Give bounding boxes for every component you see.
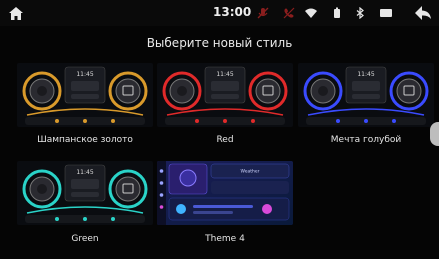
side-drawer-handle[interactable] bbox=[430, 122, 439, 146]
theme-card-red[interactable]: 11:45 Red bbox=[157, 63, 293, 145]
theme-preview: Weather bbox=[157, 161, 293, 225]
theme-card-theme-4[interactable]: Weather Theme 4 bbox=[157, 161, 293, 244]
gallery-icon bbox=[380, 9, 392, 17]
theme-card-champagne-gold[interactable]: 11:45 Шампанское золото bbox=[17, 63, 153, 145]
battery-icon bbox=[334, 7, 340, 18]
theme-label: Red bbox=[216, 135, 234, 145]
dashboard-preview: 11:45 bbox=[298, 63, 434, 127]
theme4-panel-title: Weather bbox=[241, 169, 260, 175]
theme-preview: 11:45 bbox=[298, 63, 434, 127]
home-icon[interactable] bbox=[9, 7, 23, 20]
dashboard-preview: Weather bbox=[157, 161, 293, 225]
theme-preview: 11:45 bbox=[17, 161, 153, 225]
back-arrow-icon[interactable] bbox=[415, 6, 431, 20]
dashboard-preview: 11:45 bbox=[17, 161, 153, 225]
dashboard-preview: 11:45 bbox=[157, 63, 293, 127]
theme-label: Green bbox=[71, 234, 99, 244]
wifi-icon bbox=[305, 8, 317, 18]
thumbnail-clock: 11:45 bbox=[76, 169, 93, 176]
theme-label: Шампанское золото bbox=[37, 135, 133, 145]
thumbnail-clock: 11:45 bbox=[357, 71, 374, 78]
theme-card-green[interactable]: 11:45 Green bbox=[17, 161, 153, 244]
theme-card-blue-dream[interactable]: 11:45 Мечта голубой bbox=[298, 63, 434, 145]
thumbnail-clock: 11:45 bbox=[76, 71, 93, 78]
theme-preview: 11:45 bbox=[157, 63, 293, 127]
status-time: 13:00 bbox=[213, 5, 252, 19]
phone-muted-icon bbox=[283, 7, 295, 19]
dashboard-preview: 11:45 bbox=[17, 63, 153, 127]
theme-preview: 11:45 bbox=[17, 63, 153, 127]
bluetooth-icon bbox=[356, 7, 364, 19]
theme-label: Мечта голубой bbox=[330, 135, 402, 145]
mic-muted-icon bbox=[257, 7, 269, 19]
thumbnail-clock: 11:45 bbox=[216, 71, 233, 78]
status-bar: 13:00 bbox=[0, 0, 439, 26]
page-title: Выберите новый стиль bbox=[146, 36, 293, 50]
theme-label: Theme 4 bbox=[205, 234, 245, 244]
